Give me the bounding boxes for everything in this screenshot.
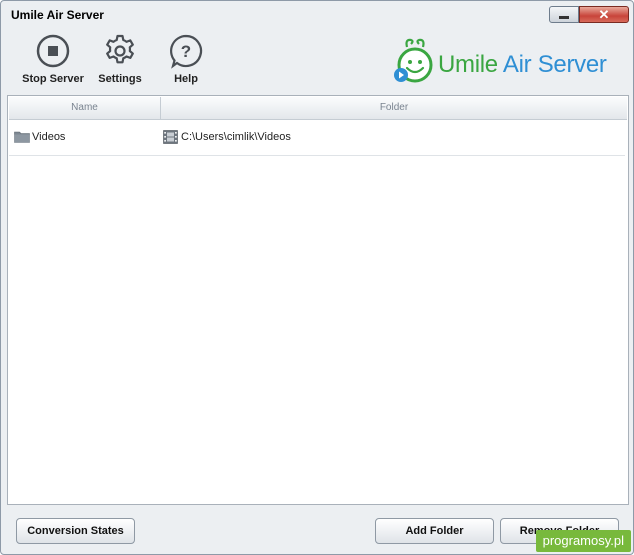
row-folder-cell: C:\Users\cimlik\Videos (163, 130, 291, 144)
stop-icon (36, 34, 70, 68)
watermark-badge: programosy.pl (535, 530, 631, 552)
logo-text-air-server: Air Server (502, 51, 607, 78)
brand-logo: Umile Air Server (393, 37, 615, 89)
row-name-cell: Videos (14, 130, 65, 143)
settings-button[interactable]: Settings (95, 33, 145, 85)
title-bar[interactable]: Umile Air Server ✕ (1, 1, 633, 29)
table-row[interactable]: Videos C:\Users\cimlik\Videos (9, 121, 625, 156)
row-folder-path: C:\Users\cimlik\Videos (181, 131, 291, 143)
film-icon (163, 130, 178, 144)
table-header: Name Folder (9, 97, 627, 120)
stop-server-label: Stop Server (22, 73, 84, 85)
help-label: Help (174, 73, 198, 85)
toolbar: Stop Server Settings ? Help Umile Air Se… (1, 29, 633, 93)
settings-label: Settings (98, 73, 142, 85)
column-header-name[interactable]: Name (9, 97, 161, 119)
help-button[interactable]: ? Help (164, 33, 208, 85)
conversion-states-button[interactable]: Conversion States (16, 518, 135, 544)
close-button[interactable]: ✕ (579, 6, 629, 23)
window-title: Umile Air Server (11, 8, 104, 22)
gear-icon (106, 34, 134, 64)
svg-text:?: ? (181, 42, 191, 61)
logo-text: Umile Air Server (438, 51, 607, 79)
folder-icon (14, 131, 30, 143)
minimize-icon (559, 16, 569, 19)
help-icon: ? (170, 34, 203, 69)
minimize-button[interactable] (549, 6, 579, 23)
stop-server-button[interactable]: Stop Server (21, 33, 85, 85)
column-header-folder[interactable]: Folder (161, 97, 627, 119)
add-folder-button[interactable]: Add Folder (375, 518, 494, 544)
window-controls: ✕ (549, 6, 629, 23)
folder-list[interactable]: Name Folder Videos C:\Users\cimlik\Video… (7, 95, 629, 505)
logo-text-umile: Umile (438, 51, 503, 78)
close-icon: ✕ (598, 7, 610, 22)
smiley-logo-icon (394, 38, 433, 83)
app-window: Umile Air Server ✕ Stop Server Settings … (0, 0, 634, 555)
row-name-text: Videos (32, 130, 66, 143)
